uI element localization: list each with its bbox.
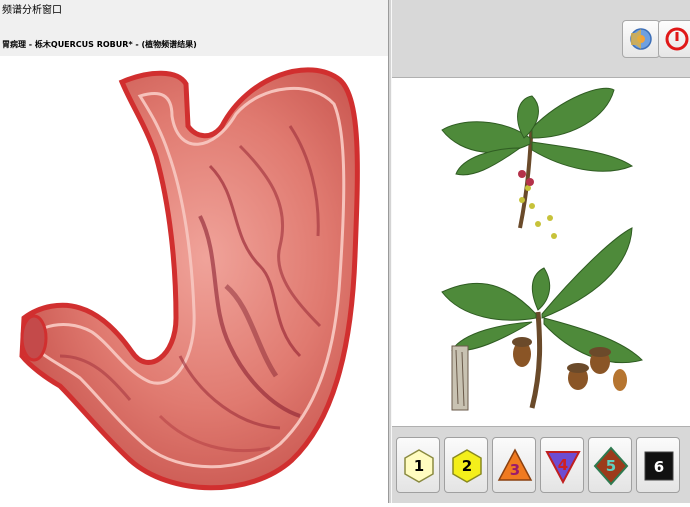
power-stop-icon [665, 27, 689, 51]
level-label: 3 [510, 461, 520, 479]
stomach-image [0, 56, 389, 503]
diamond-icon: 5 [593, 446, 629, 486]
triangle-down-icon: 4 [545, 451, 581, 485]
audio-button[interactable] [622, 20, 660, 58]
level-label: 6 [654, 458, 664, 476]
level-5-button[interactable]: 5 [588, 437, 632, 493]
duodenum-opening [20, 314, 48, 362]
organ-panel: 频谱分析窗口 胃病理 - 栎木QUERCUS ROBUR* - (植物频谱结果) [0, 0, 392, 503]
level-toolbar: 1 2 3 4 5 6 [392, 426, 690, 503]
remedy-panel: 1 2 3 4 5 6 [392, 0, 690, 503]
hexagon-icon: 2 [452, 449, 482, 483]
oak-illustration [441, 87, 643, 411]
speaker-disc-icon [630, 28, 652, 50]
stop-button[interactable] [658, 20, 690, 58]
window-title: 频谱分析窗口 [0, 0, 392, 28]
level-label: 4 [558, 456, 568, 474]
triangle-up-icon: 3 [497, 448, 533, 481]
toolbar [392, 0, 690, 78]
stomach-wall [19, 67, 360, 491]
analysis-caption: 胃病理 - 栎木QUERCUS ROBUR* - (植物频谱结果) [2, 40, 197, 49]
level-1-button[interactable]: 1 [396, 437, 440, 493]
level-3-button[interactable]: 3 [492, 437, 536, 493]
level-label: 2 [462, 457, 472, 475]
plant-image [392, 78, 690, 426]
level-2-button[interactable]: 2 [444, 437, 488, 493]
square-icon: 6 [644, 451, 674, 481]
hexagon-icon: 1 [404, 449, 434, 483]
level-4-button[interactable]: 4 [540, 437, 584, 493]
level-6-button[interactable]: 6 [636, 437, 680, 493]
stomach-illustration [19, 67, 360, 491]
level-label: 1 [414, 457, 424, 475]
level-label: 5 [606, 457, 616, 475]
